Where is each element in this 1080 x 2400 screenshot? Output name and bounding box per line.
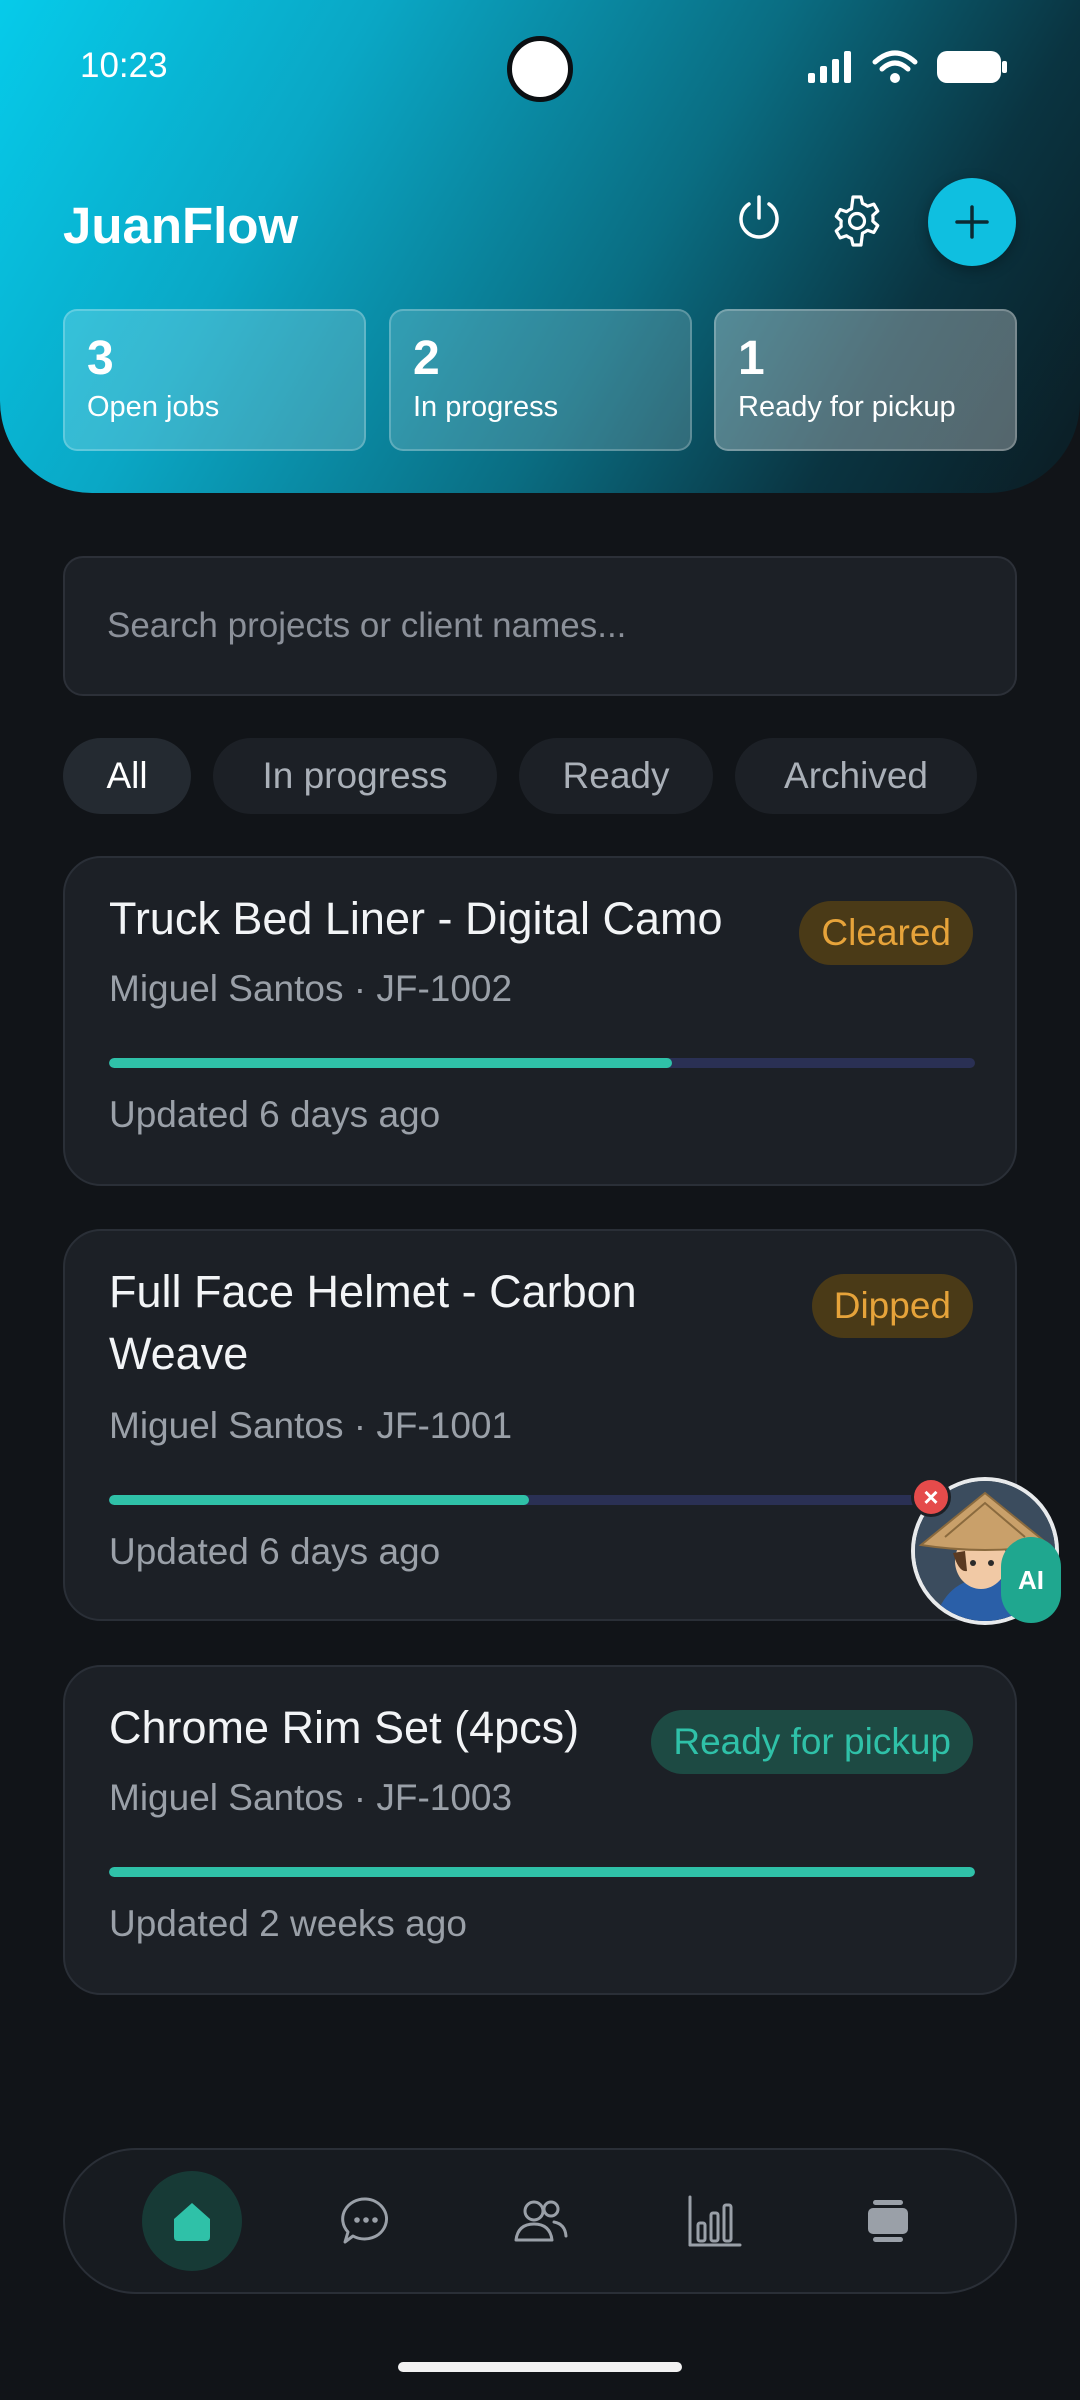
wifi-icon: [872, 50, 918, 83]
project-card[interactable]: Full Face Helmet - Carbon Weave Dipped M…: [63, 1229, 1017, 1621]
nav-messages[interactable]: [316, 2171, 416, 2271]
project-title: Full Face Helmet - Carbon Weave: [109, 1266, 637, 1379]
nav-catalog[interactable]: [838, 2171, 938, 2271]
filter-in-progress[interactable]: In progress: [213, 738, 497, 814]
progress-bar: [109, 1867, 975, 1877]
status-icons: [808, 50, 1008, 84]
filter-all[interactable]: All: [63, 738, 191, 814]
camera-cutout: [507, 36, 573, 102]
ai-assistant-button[interactable]: × AI: [911, 1477, 1061, 1625]
project-card[interactable]: Chrome Rim Set (4pcs) Ready for pickup M…: [63, 1665, 1017, 1995]
settings-button[interactable]: [826, 190, 888, 252]
status-badge: Cleared: [799, 901, 973, 965]
updated-time: Updated 2 weeks ago: [109, 1903, 467, 1944]
filter-ready[interactable]: Ready: [519, 738, 713, 814]
power-icon: [739, 195, 779, 239]
gear-icon: [834, 195, 880, 247]
stat-label: Open jobs: [87, 391, 220, 423]
stat-label: Ready for pickup: [738, 391, 956, 423]
close-icon[interactable]: ×: [911, 1477, 951, 1517]
project-card[interactable]: Truck Bed Liner - Digital Camo Cleared M…: [63, 856, 1017, 1186]
progress-fill: [109, 1495, 529, 1505]
status-badge: Dipped: [811, 1274, 973, 1338]
stat-in-progress[interactable]: 2 In progress: [389, 309, 692, 451]
progress-bar: [109, 1058, 975, 1068]
nav-analytics[interactable]: [664, 2171, 764, 2271]
stat-label: In progress: [413, 391, 559, 423]
bottom-nav: [63, 2148, 1017, 2294]
bar-chart-icon: [688, 2195, 742, 2247]
project-title: Chrome Rim Set (4pcs): [109, 1702, 580, 1753]
filter-chips: All In progress Ready Archived: [63, 738, 977, 814]
signal-icon: [808, 51, 851, 83]
project-client: Miguel Santos · JF-1001: [109, 1405, 513, 1446]
progress-fill: [109, 1867, 975, 1877]
progress-bar: [109, 1495, 975, 1505]
users-icon: [514, 2200, 568, 2242]
progress-fill: [109, 1058, 672, 1068]
status-time: 10:23: [80, 46, 168, 85]
stat-value: 1: [738, 332, 765, 385]
layers-icon: [868, 2200, 908, 2242]
add-project-button[interactable]: [928, 178, 1016, 266]
stat-value: 3: [87, 332, 114, 385]
search-bar[interactable]: [63, 556, 1017, 696]
battery-icon: [937, 51, 1007, 83]
plus-icon: [955, 205, 989, 239]
project-client: Miguel Santos · JF-1002: [109, 968, 513, 1009]
project-client: Miguel Santos · JF-1003: [109, 1777, 513, 1818]
nav-home[interactable]: [142, 2171, 242, 2271]
app-title: JuanFlow: [63, 197, 299, 254]
chat-icon: [341, 2197, 388, 2244]
stat-open-jobs[interactable]: 3 Open jobs: [63, 309, 366, 451]
updated-time: Updated 6 days ago: [109, 1094, 441, 1135]
stat-ready-for-pickup[interactable]: 1 Ready for pickup: [714, 309, 1017, 451]
power-button[interactable]: [730, 190, 788, 248]
nav-clients[interactable]: [490, 2171, 590, 2271]
search-input[interactable]: [107, 606, 973, 646]
status-badge: Ready for pickup: [651, 1710, 973, 1774]
home-icon: [174, 2203, 210, 2241]
ai-tag: AI: [1001, 1537, 1061, 1623]
filter-archived[interactable]: Archived: [735, 738, 977, 814]
project-title: Truck Bed Liner - Digital Camo: [109, 893, 723, 944]
updated-time: Updated 6 days ago: [109, 1531, 441, 1572]
home-indicator: [398, 2362, 682, 2372]
stat-value: 2: [413, 332, 440, 385]
